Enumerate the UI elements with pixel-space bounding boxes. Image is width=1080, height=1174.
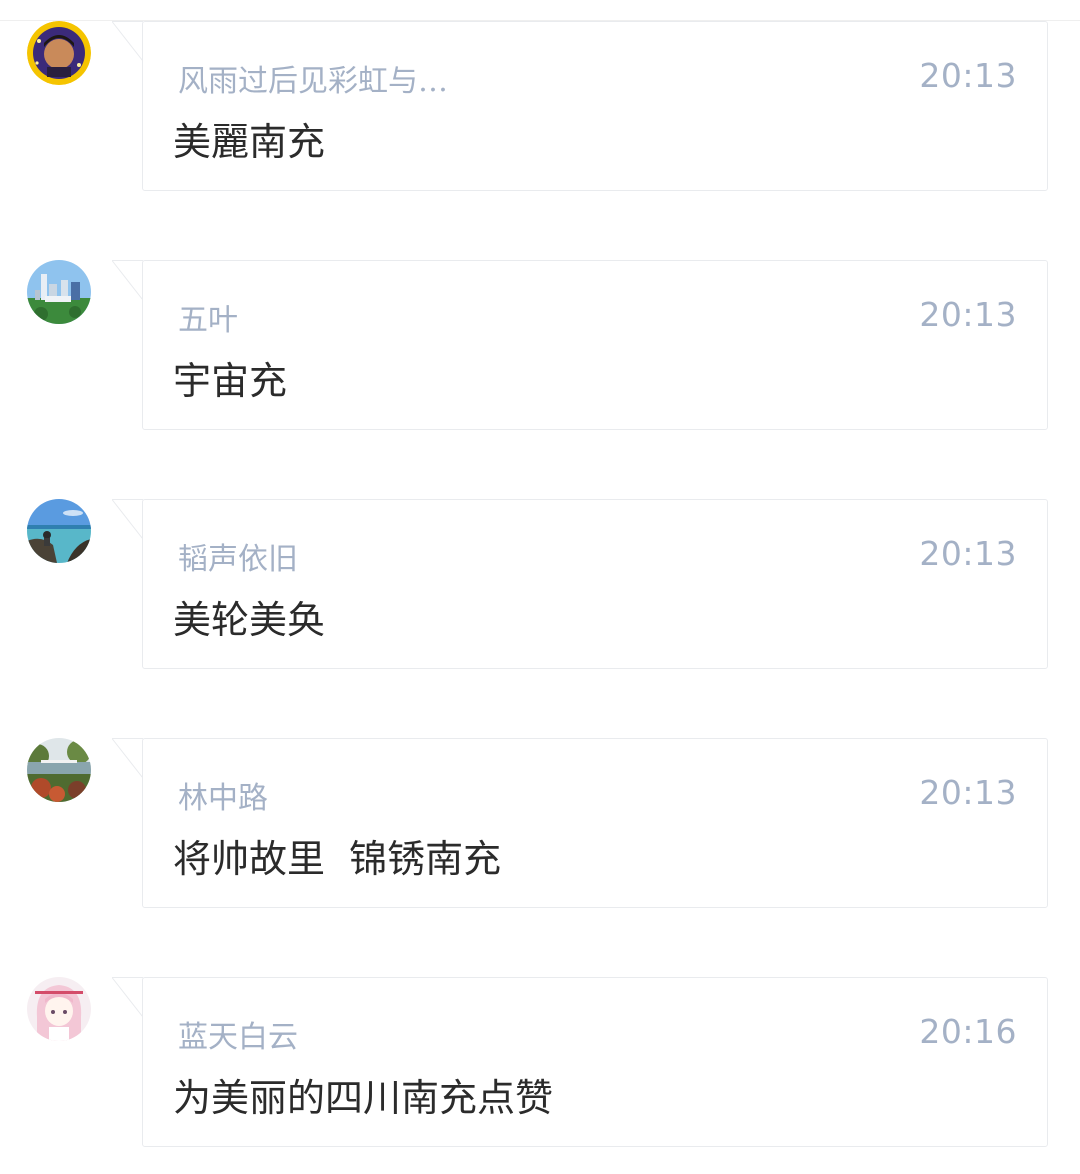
- comment-timestamp: 20:13: [919, 56, 1017, 95]
- avatar-button[interactable]: [27, 738, 91, 802]
- comment-timestamp: 20:16: [919, 1012, 1017, 1051]
- bubble-tail: [112, 21, 143, 61]
- comment-text: 将帅故里 锦锈南充: [173, 837, 502, 881]
- comment-text: 宇宙充: [173, 359, 288, 403]
- comment-bubble: 五叶 20:13 宇宙充: [142, 260, 1048, 430]
- avatar-button[interactable]: [27, 260, 91, 324]
- bubble-tail: [112, 260, 143, 300]
- comment-author-name[interactable]: 五叶: [178, 301, 238, 341]
- comment-bubble: 林中路 20:13 将帅故里 锦锈南充: [142, 738, 1048, 908]
- comment-text: 为美丽的四川南充点赞: [173, 1076, 554, 1120]
- comment-timestamp: 20:13: [919, 295, 1017, 334]
- bubble-tail: [112, 977, 143, 1017]
- bubble-tail: [112, 499, 143, 539]
- park-landscape-avatar-icon: [27, 738, 91, 802]
- comment-text: 美麗南充: [173, 120, 326, 164]
- seaside-avatar-icon: [27, 499, 91, 563]
- city-skyline-avatar-icon: [27, 260, 91, 324]
- comment-author-name[interactable]: 风雨过后见彩虹与…: [178, 62, 448, 102]
- avatar-button[interactable]: [27, 977, 91, 1041]
- comment-item: 五叶 20:13 宇宙充: [0, 260, 1080, 435]
- avatar-button[interactable]: [27, 499, 91, 563]
- comment-author-name[interactable]: 林中路: [178, 779, 268, 819]
- comment-item: 韬声依旧 20:13 美轮美奂: [0, 499, 1080, 674]
- comment-author-name[interactable]: 蓝天白云: [178, 1018, 298, 1058]
- portrait-avatar-icon: [27, 21, 91, 85]
- comment-bubble: 风雨过后见彩虹与… 20:13 美麗南充: [142, 21, 1048, 191]
- comment-timestamp: 20:13: [919, 534, 1017, 573]
- comment-item: 风雨过后见彩虹与… 20:13 美麗南充: [0, 21, 1080, 196]
- comment-item: 林中路 20:13 将帅故里 锦锈南充: [0, 738, 1080, 913]
- comment-timestamp: 20:13: [919, 773, 1017, 812]
- avatar-button[interactable]: [27, 21, 91, 85]
- anime-girl-avatar-icon: [27, 977, 91, 1041]
- comment-bubble: 韬声依旧 20:13 美轮美奂: [142, 499, 1048, 669]
- bubble-tail: [112, 738, 143, 778]
- comment-author-name[interactable]: 韬声依旧: [178, 540, 298, 580]
- comment-item: 蓝天白云 20:16 为美丽的四川南充点赞: [0, 977, 1080, 1152]
- comment-bubble: 蓝天白云 20:16 为美丽的四川南充点赞: [142, 977, 1048, 1147]
- comment-text: 美轮美奂: [173, 598, 326, 642]
